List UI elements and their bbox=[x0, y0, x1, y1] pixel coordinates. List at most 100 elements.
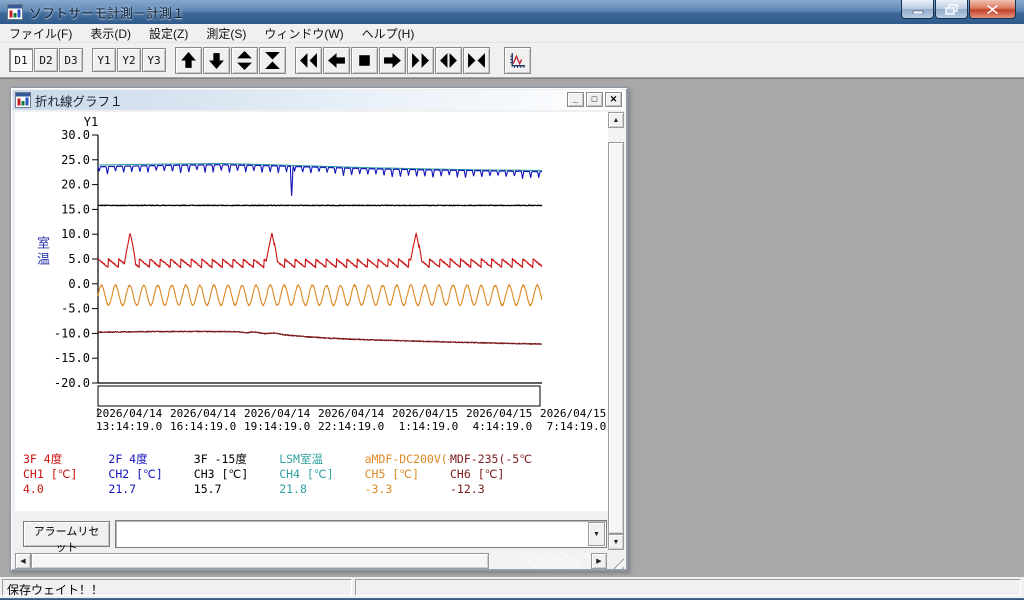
channel-value: -3.3 bbox=[365, 482, 449, 497]
x-tick-label: 2026/04/15 4:14:19.0 bbox=[466, 407, 540, 433]
x-tick-label: 2026/04/14 13:14:19.0 bbox=[96, 407, 170, 433]
scroll-down-button[interactable]: ▼ bbox=[608, 534, 624, 550]
channel-value: 21.8 bbox=[279, 482, 363, 497]
alarm-combobox-value[interactable] bbox=[118, 523, 586, 545]
stop-icon bbox=[355, 51, 374, 70]
channel-unit: CH1 [℃] bbox=[23, 467, 107, 482]
toolbar-button-y3[interactable]: Y3 bbox=[142, 48, 166, 72]
channel-name: 2F 4度 bbox=[108, 452, 192, 467]
menu-bar: ファイル(F)表示(D)設定(Z)測定(S)ウィンドウ(W)ヘルプ(H) bbox=[0, 24, 1024, 43]
hscroll-thumb[interactable] bbox=[31, 553, 489, 569]
graph-close-button[interactable]: ✕ bbox=[605, 92, 622, 107]
status-message: 保存ウェイト！！ bbox=[2, 579, 352, 596]
channel-value: -12.3 bbox=[450, 482, 534, 497]
triangle-left-icon: ◀ bbox=[20, 557, 25, 565]
toolbar-button-y1[interactable]: Y1 bbox=[92, 48, 116, 72]
status-panel-right bbox=[355, 579, 1021, 596]
legend-cell-ch1: 3F 4度CH1 [℃]4.0 bbox=[23, 452, 107, 499]
horizontal-scrollbar[interactable]: ◀ ▶ bbox=[15, 553, 607, 569]
channel-name: 3F -15度 bbox=[194, 452, 278, 467]
y-tick-label: -5.0 bbox=[61, 302, 90, 316]
toolbar-button-expand-horizontal[interactable] bbox=[435, 47, 462, 74]
graph-maximize-button[interactable]: □ bbox=[586, 92, 603, 107]
x-tick-label: 2026/04/14 16:14:19.0 bbox=[170, 407, 244, 433]
toolbar-button-d1[interactable]: D1 bbox=[9, 48, 33, 72]
toolbar-button-graph-settings[interactable] bbox=[504, 47, 531, 74]
scroll-right-button[interactable]: ▶ bbox=[591, 553, 607, 569]
graph-window-titlebar[interactable]: 折れ線グラフ１ _ □ ✕ bbox=[13, 90, 625, 110]
toolbar-button-down-arrow[interactable] bbox=[203, 47, 230, 74]
hscroll-track[interactable] bbox=[489, 553, 591, 569]
channel-value: 15.7 bbox=[194, 482, 278, 497]
menu-item-settings[interactable]: 設定(Z) bbox=[140, 24, 197, 43]
expand-vertical-icon bbox=[235, 51, 254, 70]
fast-forward-icon bbox=[411, 51, 430, 70]
y-axis-title: 室温 bbox=[32, 236, 51, 268]
graph-minimize-button[interactable]: _ bbox=[567, 92, 584, 107]
y-tick-label: -20.0 bbox=[54, 376, 90, 390]
combobox-dropdown-button[interactable]: ▼ bbox=[588, 522, 605, 546]
restore-button[interactable] bbox=[935, 0, 968, 19]
menu-item-window[interactable]: ウィンドウ(W) bbox=[255, 24, 352, 43]
window-title: ソフトサーモ計測－計測１ bbox=[29, 3, 185, 22]
menu-item-measure[interactable]: 測定(S) bbox=[197, 24, 255, 43]
menu-item-file[interactable]: ファイル(F) bbox=[0, 24, 81, 43]
channel-unit: CH5 [℃] bbox=[365, 467, 449, 482]
triangle-down-icon: ▼ bbox=[613, 539, 620, 546]
toolbar-button-up-arrow[interactable] bbox=[175, 47, 202, 74]
legend-cell-ch6: MDF-235(-5℃)CH6 [℃]-12.3 bbox=[450, 452, 534, 499]
toolbar-button-step-left[interactable] bbox=[323, 47, 350, 74]
y-tick-label: 20.0 bbox=[61, 178, 90, 192]
toolbar-button-stop[interactable] bbox=[351, 47, 378, 74]
channel-name: 3F 4度 bbox=[23, 452, 107, 467]
y-tick-label: -10.0 bbox=[54, 326, 90, 340]
y-tick-label: 25.0 bbox=[61, 153, 90, 167]
vscroll-thumb[interactable] bbox=[608, 142, 624, 534]
graph-window: 折れ線グラフ１ _ □ ✕ Y130.025.020.015.010.05.00… bbox=[10, 87, 628, 571]
toolbar-button-rewind[interactable] bbox=[295, 47, 322, 74]
graph-window-icon bbox=[15, 92, 31, 108]
vertical-scrollbar[interactable]: ▲ ▼ bbox=[608, 112, 624, 550]
collapse-horizontal-icon bbox=[467, 51, 486, 70]
scroll-up-button[interactable]: ▲ bbox=[608, 112, 624, 128]
minimize-button[interactable] bbox=[901, 0, 934, 19]
toolbar-button-fast-forward[interactable] bbox=[407, 47, 434, 74]
toolbar-button-d3[interactable]: D3 bbox=[59, 48, 83, 72]
channel-unit: CH4 [℃] bbox=[279, 467, 363, 482]
channel-value: 21.7 bbox=[108, 482, 192, 497]
graph-view: Y130.025.020.015.010.05.00.0-5.0-10.0-15… bbox=[15, 112, 608, 511]
window-titlebar[interactable]: ソフトサーモ計測－計測１ bbox=[0, 0, 1024, 24]
legend-cell-ch2: 2F 4度CH2 [℃]21.7 bbox=[108, 452, 192, 499]
menu-item-view[interactable]: 表示(D) bbox=[81, 24, 140, 43]
resize-grip[interactable] bbox=[608, 553, 624, 569]
toolbar-button-collapse-vertical[interactable] bbox=[259, 47, 286, 74]
x-tick-label: 2026/04/14 19:14:19.0 bbox=[244, 407, 318, 433]
legend-cell-ch5: aMDF-DC200V(+7CH5 [℃]-3.3 bbox=[365, 452, 449, 499]
alarm-combobox[interactable]: ▼ bbox=[115, 520, 607, 548]
close-button[interactable] bbox=[969, 0, 1016, 19]
legend-cell-ch4: LSM室温CH4 [℃]21.8 bbox=[279, 452, 363, 499]
graph-settings-icon bbox=[508, 51, 527, 70]
y-tick-label: 10.0 bbox=[61, 227, 90, 241]
chevron-down-icon: ▼ bbox=[593, 531, 600, 538]
scroll-left-button[interactable]: ◀ bbox=[15, 553, 31, 569]
alarm-reset-button[interactable]: アラームリセット bbox=[23, 521, 110, 547]
x-tick-label: 2026/04/15 1:14:19.0 bbox=[392, 407, 466, 433]
vscroll-track[interactable] bbox=[608, 128, 624, 142]
toolbar: D1D2D3 Y1Y2Y3 bbox=[0, 43, 1024, 77]
toolbar-button-expand-vertical[interactable] bbox=[231, 47, 258, 74]
collapse-vertical-icon bbox=[263, 51, 282, 70]
toolbar-button-collapse-horizontal[interactable] bbox=[463, 47, 490, 74]
triangle-right-icon: ▶ bbox=[596, 557, 601, 565]
y-tick-label: 30.0 bbox=[61, 128, 90, 142]
channel-name: LSM室温 bbox=[279, 452, 363, 467]
menu-item-help[interactable]: ヘルプ(H) bbox=[353, 24, 424, 43]
x-tick-label: 2026/04/15 7:14:19.0 bbox=[540, 407, 608, 433]
series-line-ch5 bbox=[98, 285, 542, 306]
graph-control-panel: アラームリセット ▼ bbox=[15, 511, 608, 552]
toolbar-button-d2[interactable]: D2 bbox=[34, 48, 58, 72]
y-tick-label: 15.0 bbox=[61, 202, 90, 216]
toolbar-button-y2[interactable]: Y2 bbox=[117, 48, 141, 72]
y-axis-unit-label: Y1 bbox=[84, 115, 98, 129]
toolbar-button-step-right[interactable] bbox=[379, 47, 406, 74]
